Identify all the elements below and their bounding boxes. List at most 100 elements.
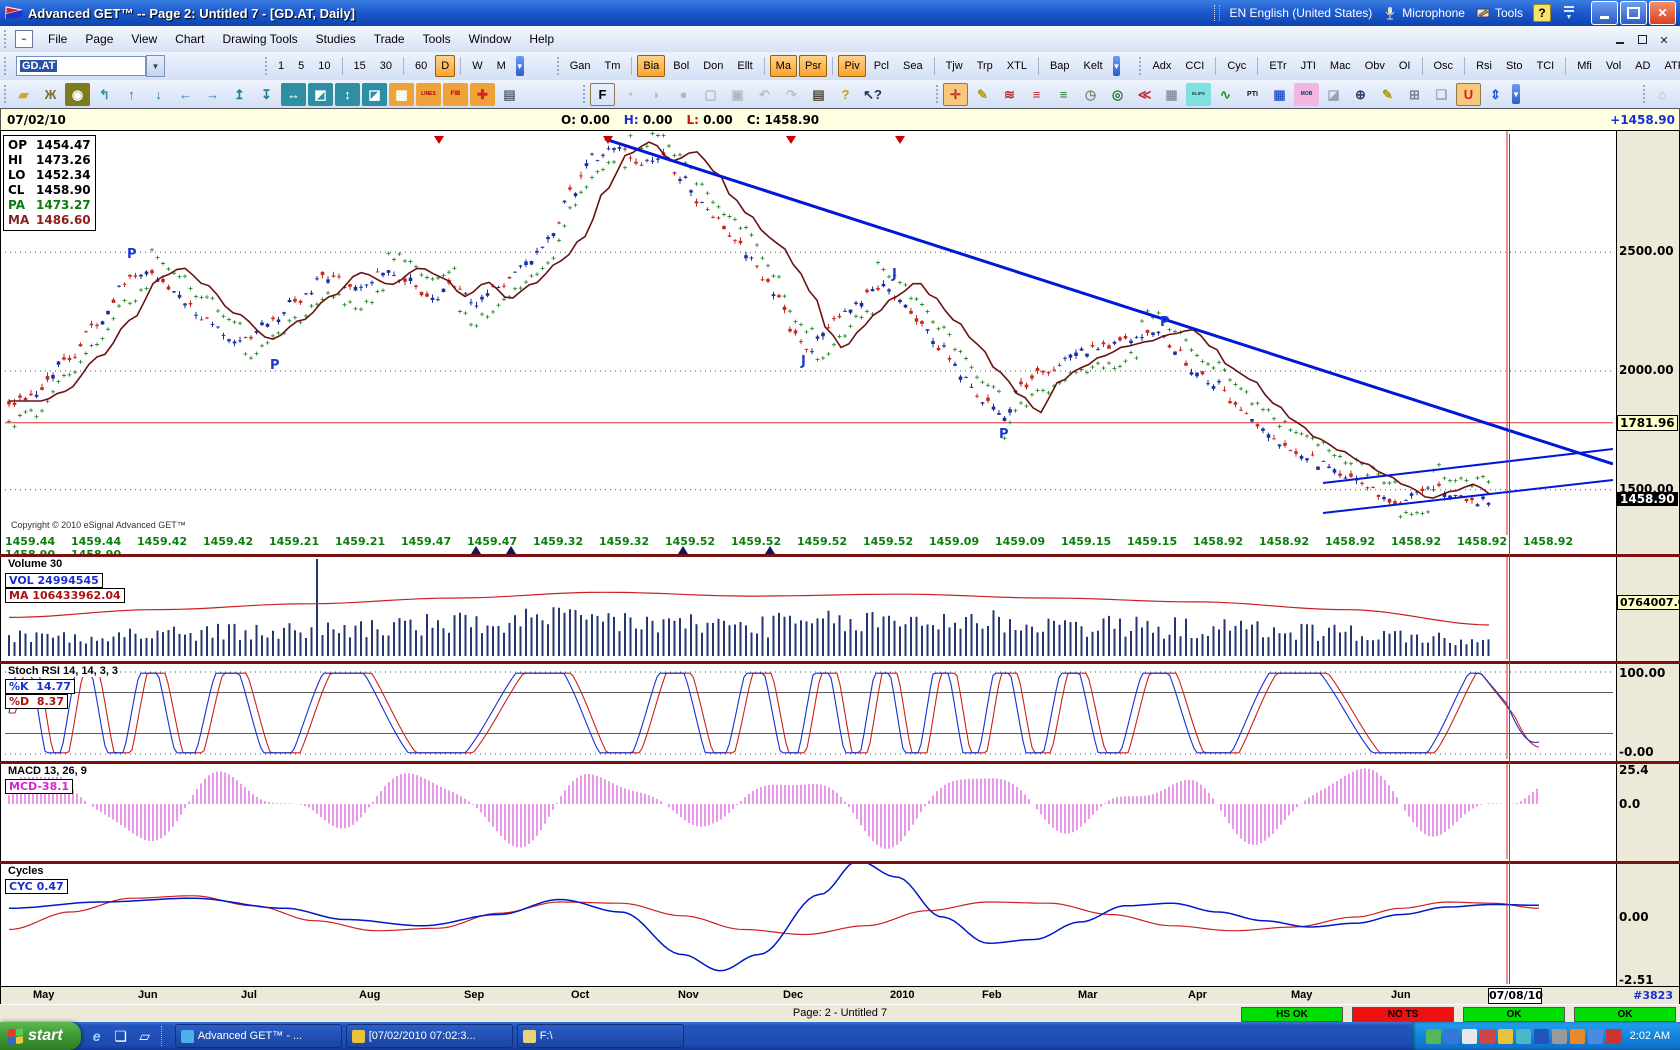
arrow-down-icon[interactable]: ↓ [146,83,171,106]
language-tools-button[interactable]: Tools [1475,5,1523,21]
stoch-rsi-panel[interactable]: Stoch RSI 14, 14, 3, 3 %K 14.77 %D 8.37 … [0,664,1680,761]
study-sea[interactable]: Sea [897,55,929,77]
restore-button[interactable] [1620,1,1647,25]
study-mac[interactable]: Mac [1324,55,1357,77]
home-icon[interactable]: ⌂ [1650,83,1675,106]
nav-forward-icon[interactable]: ↷ [779,83,804,106]
copy-grid-icon[interactable]: ⊞ [1402,83,1427,106]
stoch-rsi-plot[interactable] [5,664,1613,759]
grid2-icon[interactable]: ▦ [1159,83,1184,106]
macd-panel[interactable]: MACD 13, 26, 9 MCD-38.1 25.4 0.0 [0,764,1680,861]
tray-icon-7[interactable] [1534,1029,1549,1044]
clock-icon[interactable]: ◷ [1078,83,1103,106]
arrow-up-icon[interactable]: ↑ [119,83,144,106]
toolbar-grip[interactable] [265,57,267,75]
button-0702201007023[interactable]: [07/02/2010 07:02:3... [346,1024,513,1048]
shape-tool-icon[interactable]: ◗ [644,83,669,106]
menu-tools[interactable]: Tools [414,29,460,49]
study-cci[interactable]: CCI [1179,55,1210,77]
pointer-crosshair-icon[interactable]: ✛ [943,83,968,106]
step-back-icon[interactable]: ↥ [227,83,252,106]
help-icon[interactable]: ? [833,83,858,106]
study-atr[interactable]: ATR [1658,55,1680,77]
study-jti[interactable]: JTI [1295,55,1322,77]
step-forward-icon[interactable]: ↧ [254,83,279,106]
language-options-icon[interactable]: ▼ [1561,5,1577,21]
zoom-in-icon[interactable]: ⊕ [1348,83,1373,106]
grid3-icon[interactable]: ▦ [1267,83,1292,106]
show-desktop-icon[interactable]: ❏ [111,1026,131,1046]
menu-trade[interactable]: Trade [365,29,414,49]
study-ma[interactable]: Ma [770,55,797,77]
crosshair-plus-icon[interactable]: ✚ [470,83,495,106]
study-adx[interactable]: Adx [1146,55,1177,77]
study-kelt[interactable]: Kelt [1078,55,1109,77]
pencil2-icon[interactable]: ✎ [1375,83,1400,106]
tray-icon-2[interactable] [1444,1029,1459,1044]
toolbar-grip[interactable] [4,85,6,103]
toolbar-grip[interactable] [583,85,585,103]
study-pcl[interactable]: Pcl [868,55,895,77]
menu-file[interactable]: File [39,29,76,49]
zoom-box-icon[interactable]: ◩ [308,83,333,106]
pencil-icon[interactable]: ✎ [970,83,995,106]
main-chart-panel[interactable]: PPJJPPCopyright © 2010 eSignal Advanced … [0,130,1680,555]
fib-icon[interactable]: FIB [443,83,468,106]
study-piv[interactable]: Piv [838,55,865,77]
toolbar-grip[interactable] [557,57,559,75]
study-tm[interactable]: Tm [598,55,626,77]
arrow-left-icon[interactable]: ← [173,83,198,106]
study-bap[interactable]: Bap [1044,55,1076,77]
timeframe-m[interactable]: M [491,55,512,77]
split-icon[interactable]: ⇕ [1483,83,1508,106]
levels-icon[interactable]: ≡ [1024,83,1049,106]
study-oi[interactable]: OI [1393,55,1417,77]
study-gan[interactable]: Gan [564,55,597,77]
taskbar-clock[interactable]: 2:02 AM [1630,1030,1670,1042]
timeframe-w[interactable]: W [466,55,488,77]
eraser-icon[interactable]: ◪ [1321,83,1346,106]
language-indicator[interactable]: EN English (United States) [1230,6,1373,20]
study-trp[interactable]: Trp [971,55,999,77]
menu-drawingtools[interactable]: Drawing Tools [214,29,307,49]
tray-icon-9[interactable] [1570,1029,1585,1044]
study-obv[interactable]: Obv [1359,55,1391,77]
tray-icon-1[interactable] [1426,1029,1441,1044]
language-bar-grip[interactable] [1214,5,1220,21]
tray-icon-8[interactable] [1552,1029,1567,1044]
tray-icon-11[interactable] [1606,1029,1621,1044]
toolbar-grip[interactable] [4,30,11,48]
grid-icon[interactable]: ▦ [389,83,414,106]
minimize-button[interactable] [1591,1,1618,25]
compress-h-icon[interactable]: ↔ [281,83,306,106]
mob-icon[interactable]: MOB [1294,83,1319,106]
expand-box-icon[interactable]: ◪ [362,83,387,106]
language-help-button[interactable]: ? [1533,4,1551,22]
save-icon[interactable]: ▣ [725,83,750,106]
toolbar-grip[interactable] [936,85,938,103]
mdi-minimize-button[interactable] [1612,32,1628,46]
media-player-icon[interactable]: ▱ [135,1026,155,1046]
menu-help[interactable]: Help [520,29,563,49]
study-ad[interactable]: AD [1629,55,1656,77]
study-xtl[interactable]: XTL [1001,55,1033,77]
study-bol[interactable]: Bol [667,55,695,77]
compress-v-icon[interactable]: ↕ [335,83,360,106]
pti-icon[interactable]: PTI [1240,83,1265,106]
zigzag-icon[interactable]: ∿ [1213,83,1238,106]
scales-icon[interactable]: Ж [38,83,63,106]
volume-histogram[interactable] [5,557,1613,659]
toolbar-grip[interactable] [1643,85,1645,103]
context-help-icon[interactable]: ↖? [860,83,885,106]
timeframe-5[interactable]: 5 [292,55,310,77]
study-ellt[interactable]: Ellt [731,55,758,77]
pages-icon[interactable]: ❏ [1429,83,1454,106]
chart-type-icon[interactable]: F [590,83,615,106]
document-icon[interactable]: ⌁ [15,30,33,48]
study-psr[interactable]: Psr [799,55,828,77]
toolbar-grip[interactable] [1139,57,1141,75]
tray-icon-6[interactable] [1516,1029,1531,1044]
internet-explorer-icon[interactable]: e [87,1026,107,1046]
undo-icon[interactable]: ↰ [92,83,117,106]
nav-back-icon[interactable]: ↶ [752,83,777,106]
